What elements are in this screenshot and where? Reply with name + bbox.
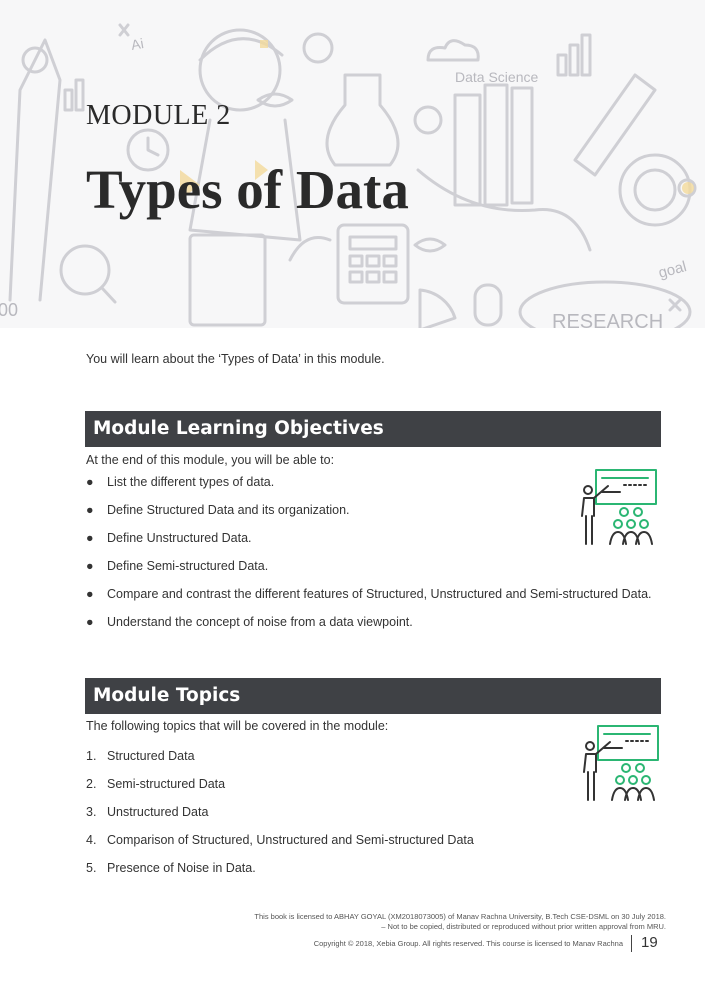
objectives-heading-bar: Module Learning Objectives — [85, 411, 661, 447]
objectives-list: ● List the different types of data. ● Defi… — [86, 473, 661, 631]
list-item: 2. Semi-structured Data — [86, 777, 226, 791]
license-line-1: This book is licensed to ABHAY GOYAL (XM… — [254, 912, 666, 921]
svg-text:Data Science: Data Science — [455, 69, 538, 85]
svg-text:goal: goal — [657, 258, 689, 282]
list-item: ● Define Unstructured Data. — [86, 531, 252, 545]
topics-heading: Module Topics — [93, 685, 241, 706]
list-item: 4. Comparison of Structured, Unstructured… — [86, 833, 474, 847]
list-item: ● Understand the concept of noise from a … — [86, 615, 413, 629]
header-banner: Data Science Ai goal RESEARCH 00 MODULE … — [0, 0, 705, 328]
copyright-text: Copyright © 2018, Xebia Group. All right… — [313, 939, 623, 948]
list-item: ● Compare and contrast the different feat… — [86, 587, 652, 601]
svg-text:00: 00 — [0, 300, 18, 320]
topics-lead: The following topics that will be covere… — [86, 719, 389, 733]
svg-text:RESEARCH: RESEARCH — [552, 311, 663, 328]
license-line-2: – Not to be copied, distributed or repro… — [381, 922, 666, 931]
list-item: 5. Presence of Noise in Data. — [86, 861, 256, 875]
objectives-heading: Module Learning Objectives — [93, 418, 384, 439]
list-item: 3. Unstructured Data — [86, 805, 209, 819]
list-item: ● Define Semi-structured Data. — [86, 559, 269, 573]
topics-list: 1. Structured Data 2. Semi-structured Data… — [86, 747, 661, 877]
objectives-lead: At the end of this module, you will be a… — [86, 453, 335, 467]
teacher-presentation-icon — [583, 725, 659, 801]
list-item: ● List the different types of data. — [86, 475, 275, 489]
list-item: 1. Structured Data — [86, 749, 195, 763]
topics-heading-bar: Module Topics — [85, 678, 661, 714]
page-number-divider — [631, 935, 632, 952]
intro-text: You will learn about the ‘Types of Data’… — [86, 352, 385, 366]
list-item: ● Define Structured Data and its organiza… — [86, 503, 350, 517]
teacher-presentation-icon — [581, 469, 657, 545]
page-title: Types of Data — [86, 159, 409, 220]
svg-text:Ai: Ai — [130, 35, 145, 53]
module-label: MODULE 2 — [86, 100, 231, 131]
page-number: 19 — [641, 934, 658, 951]
